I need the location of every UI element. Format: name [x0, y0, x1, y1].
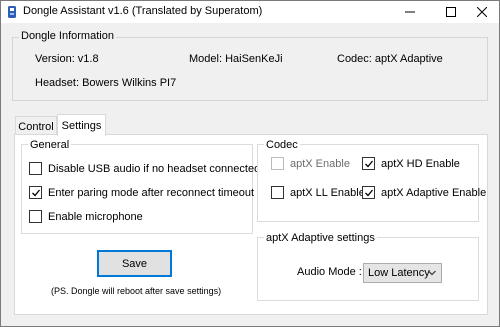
checkbox-box[interactable] [362, 186, 375, 199]
checkmark-icon [365, 160, 374, 168]
maximize-button[interactable] [436, 1, 466, 23]
checkbox-label: aptX HD Enable [381, 157, 460, 170]
audio-mode-value: Low Latency [368, 267, 430, 279]
app-icon [8, 6, 16, 18]
general-group-title: General [28, 139, 72, 151]
minimize-icon [405, 11, 415, 13]
checkbox-label: aptX LL Enable [290, 186, 365, 199]
aptx-ll-enable-checkbox[interactable]: aptX LL Enable [271, 186, 365, 199]
aptx-hd-enable-checkbox[interactable]: aptX HD Enable [362, 157, 460, 170]
checkbox-label: Enable microphone [48, 210, 143, 223]
aptx-enable-checkbox[interactable]: aptX Enable [271, 157, 350, 170]
disable-usb-audio-checkbox[interactable]: Disable USB audio if no headset connecte… [29, 162, 260, 175]
checkbox-label: Enter paring mode after reconnect timeou… [48, 186, 255, 199]
checkbox-box[interactable] [29, 162, 42, 175]
dongle-info-title: Dongle Information [19, 30, 116, 42]
checkbox-box[interactable] [29, 186, 42, 199]
checkmark-icon [365, 189, 374, 197]
checkbox-box[interactable] [271, 157, 284, 170]
tab-control[interactable]: Control [15, 116, 57, 136]
save-button[interactable]: Save [97, 250, 172, 277]
audio-mode-select[interactable]: Low Latency [363, 263, 442, 283]
reboot-note: (PS. Dongle will reboot after save setti… [51, 286, 222, 296]
codec-group: Codec [257, 139, 479, 222]
pairing-mode-checkbox[interactable]: Enter paring mode after reconnect timeou… [29, 186, 254, 199]
chevron-down-icon [428, 270, 436, 276]
audio-mode-label: Audio Mode : [297, 266, 362, 278]
title-bar: Dongle Assistant v1.6 (Translated by Sup… [1, 1, 499, 23]
checkbox-box[interactable] [362, 157, 375, 170]
tab-control-label: Control [18, 120, 54, 133]
checkbox-label: Disable USB audio if no headset connecte… [48, 162, 261, 175]
minimize-button[interactable] [395, 1, 425, 23]
checkbox-box[interactable] [271, 186, 284, 199]
checkmark-icon [32, 189, 41, 197]
maximize-icon [446, 7, 456, 17]
checkbox-label: aptX Adaptive Enable [381, 186, 487, 199]
codec-group-title: Codec [264, 139, 300, 151]
checkbox-box[interactable] [29, 210, 42, 223]
adaptive-settings-title: aptX Adaptive settings [264, 232, 377, 244]
model-label: Model: HaiSenKeJi [189, 53, 283, 65]
enable-microphone-checkbox[interactable]: Enable microphone [29, 210, 143, 223]
app-window: Dongle Assistant v1.6 (Translated by Sup… [0, 0, 500, 327]
tab-settings[interactable]: Settings [57, 114, 106, 136]
window-title: Dongle Assistant v1.6 (Translated by Sup… [23, 5, 263, 17]
version-label: Version: v1.8 [35, 53, 99, 65]
codec-label: Codec: aptX Adaptive [337, 53, 443, 65]
close-icon [477, 7, 487, 17]
checkbox-label: aptX Enable [290, 157, 350, 170]
close-button[interactable] [467, 1, 497, 23]
headset-label: Headset: Bowers Wilkins PI7 [35, 77, 177, 89]
aptx-adaptive-enable-checkbox[interactable]: aptX Adaptive Enable [362, 186, 486, 199]
tab-settings-label: Settings [61, 119, 102, 132]
dongle-info-group: Dongle Information [12, 30, 488, 101]
